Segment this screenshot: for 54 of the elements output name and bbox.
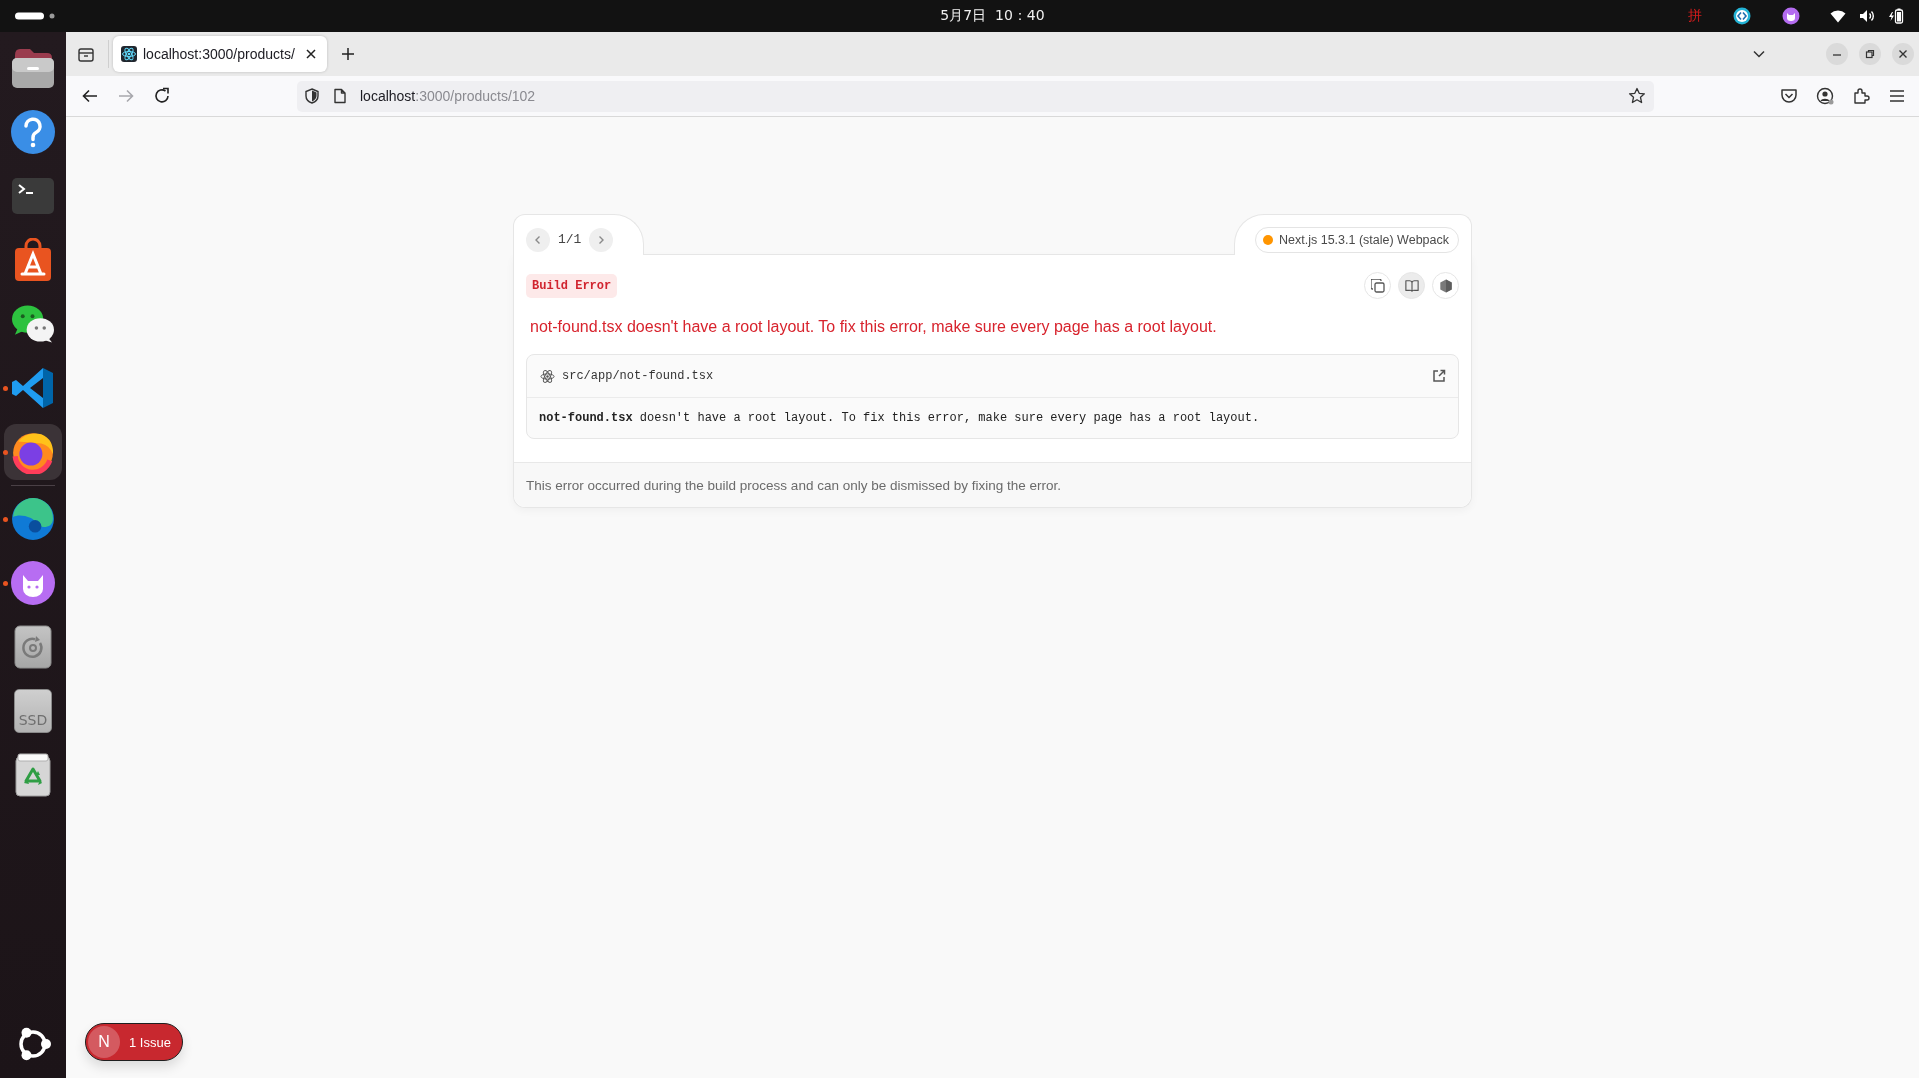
puzzle-icon[interactable] (1852, 87, 1870, 105)
account-icon[interactable] (1816, 87, 1834, 105)
close-icon[interactable] (304, 48, 317, 60)
battery-icon[interactable] (1888, 8, 1904, 24)
cat-face-icon[interactable] (11, 561, 55, 605)
cat-face-icon[interactable] (1782, 7, 1800, 25)
chevron-left-icon (533, 234, 543, 245)
reload-icon[interactable] (153, 87, 171, 105)
hexagon-icon (1438, 278, 1453, 293)
external-link-icon[interactable] (1432, 369, 1446, 383)
plus-icon[interactable] (339, 46, 356, 62)
copy-button[interactable] (1364, 272, 1391, 299)
active-app-highlight[interactable] (4, 424, 62, 480)
workspace-indicator-icon[interactable] (15, 12, 55, 20)
wifi-icon[interactable] (1830, 8, 1846, 24)
error-type-label: Build Error (526, 273, 618, 298)
footer-note: This error occurred during the build process and can only be dismissed by fixing the error. (526, 477, 1062, 493)
atom-icon (121, 46, 137, 62)
clock[interactable]: 5月7日 10：40 (940, 7, 1045, 25)
close-icon[interactable] (1892, 43, 1914, 65)
status-dot-icon (1263, 234, 1273, 245)
fox-globe-icon[interactable] (11, 430, 55, 474)
shield-icon[interactable] (304, 88, 320, 104)
atom-icon (540, 368, 555, 384)
disc-drive-icon[interactable] (11, 625, 55, 669)
menu-icon[interactable] (1888, 87, 1906, 105)
code-editor-icon[interactable] (11, 366, 55, 410)
back-arrow-icon[interactable] (81, 87, 99, 105)
star-icon[interactable] (1628, 87, 1646, 105)
version-label: Next.js 15.3.1 (stale) Webpack (1279, 232, 1449, 247)
browser-tab[interactable]: localhost:3000/products/ (113, 36, 327, 72)
volume-icon[interactable] (1859, 8, 1875, 24)
page-icon[interactable] (332, 88, 348, 104)
docs-button[interactable] (1398, 272, 1425, 299)
error-title: not-found.tsx doesn't have a root layout. To fix this error, make sure every page has a root layout. (529, 317, 1218, 337)
wave-globe-icon[interactable] (11, 497, 55, 541)
url-text[interactable]: localhost:3000/products/102 (360, 88, 536, 104)
input-method-indicator[interactable]: 拼 (1688, 7, 1702, 25)
error-message: not-found.tsx doesn't have a root layout. To fix this error, make sure every page has a root layout. (539, 411, 1260, 425)
node-button[interactable] (1432, 272, 1459, 299)
issues-button[interactable]: N 1 Issue (85, 1023, 183, 1061)
version-badge[interactable]: Next.js 15.3.1 (stale) Webpack (1255, 226, 1459, 253)
logo-letter: N (88, 1026, 120, 1058)
restore-icon[interactable] (1859, 43, 1881, 65)
page-counter: 1/1 (558, 232, 582, 247)
copy-icon (1370, 278, 1385, 293)
arrows-circle-icon[interactable] (1733, 7, 1751, 25)
book-icon (1404, 278, 1419, 293)
help-icon[interactable] (11, 110, 55, 154)
address-bar[interactable]: localhost:3000/products/102 (297, 80, 1654, 112)
folder-icon[interactable] (11, 46, 55, 90)
pocket-icon[interactable] (1780, 87, 1798, 105)
minimize-icon[interactable] (1826, 43, 1848, 65)
file-path[interactable]: src/app/not-found.tsx (562, 369, 714, 383)
